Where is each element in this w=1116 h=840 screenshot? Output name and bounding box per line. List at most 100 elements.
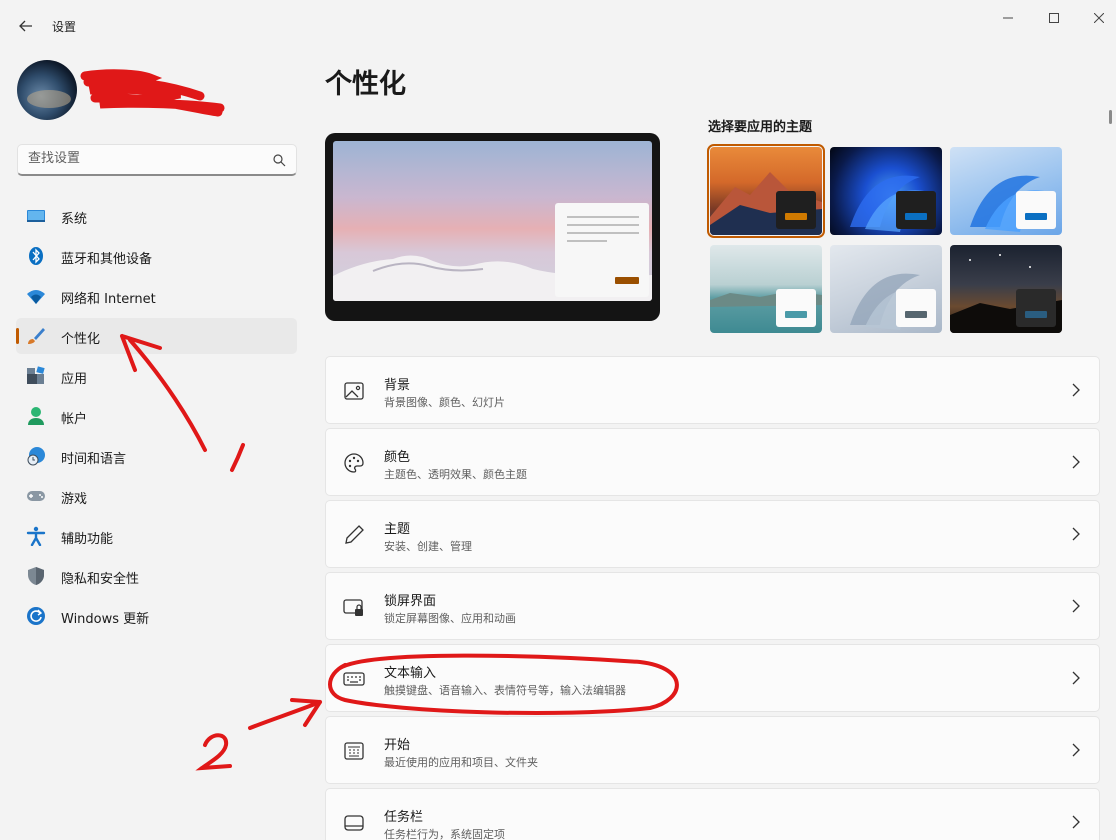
taskbar-icon (344, 815, 364, 831)
theme-chip (776, 191, 816, 229)
sidebar-item-label: 蓝牙和其他设备 (61, 252, 153, 267)
settings-row-start[interactable]: 开始 最近使用的应用和项目、文件夹 (325, 716, 1100, 784)
theme-tile[interactable] (830, 245, 942, 333)
sidebar-item-network[interactable]: 网络和 Internet (16, 278, 297, 314)
row-description: 主题色、透明效果、颜色主题 (384, 468, 527, 481)
row-title: 颜色 (384, 450, 411, 465)
monitor-icon (27, 210, 45, 222)
search-input[interactable] (28, 151, 258, 166)
maximize-icon (1049, 13, 1059, 23)
theme-grid (707, 144, 1064, 336)
bluetooth-icon (29, 247, 43, 265)
sidebar-item-bluetooth[interactable]: 蓝牙和其他设备 (16, 238, 297, 274)
theme-tile[interactable] (830, 147, 942, 235)
sidebar-item-accounts[interactable]: 帐户 (16, 398, 297, 434)
minimize-icon (1003, 17, 1013, 19)
theme-tile[interactable] (950, 147, 1062, 235)
theme-preview (325, 133, 660, 321)
sidebar-item-system[interactable]: 系统 (16, 198, 297, 234)
settings-row-taskbar[interactable]: 任务栏 任务栏行为，系统固定项 (325, 788, 1100, 840)
redaction-scribble (80, 69, 225, 117)
search-icon[interactable] (272, 153, 286, 167)
chevron-right-icon (1072, 599, 1080, 613)
settings-row-background[interactable]: 背景 背景图像、颜色、幻灯片 (325, 356, 1100, 424)
theme-chip (1016, 191, 1056, 229)
chevron-right-icon (1072, 815, 1080, 829)
settings-row-colors[interactable]: 颜色 主题色、透明效果、颜色主题 (325, 428, 1100, 496)
start-icon (344, 742, 364, 760)
app-title: 设置 (52, 20, 77, 34)
sidebar-item-gaming[interactable]: 游戏 (16, 478, 297, 514)
theme-chip (1016, 289, 1056, 327)
themes-label: 选择要应用的主题 (708, 120, 813, 135)
sidebar-item-label: 系统 (61, 212, 88, 227)
preview-window (555, 203, 649, 297)
shield-icon (28, 567, 44, 585)
sidebar-item-label: 时间和语言 (61, 452, 127, 467)
preview-window-lines (567, 216, 639, 284)
image-icon (344, 382, 364, 400)
back-button[interactable] (14, 14, 38, 38)
theme-chip (896, 191, 936, 229)
theme-chip (776, 289, 816, 327)
settings-row-lock-screen[interactable]: 锁屏界面 锁定屏幕图像、应用和动画 (325, 572, 1100, 640)
row-description: 锁定屏幕图像、应用和动画 (384, 612, 516, 625)
sidebar-item-label: 应用 (61, 372, 88, 387)
sidebar-item-label: 帐户 (61, 412, 88, 427)
sidebar-item-label: 隐私和安全性 (61, 572, 140, 587)
row-description: 背景图像、颜色、幻灯片 (384, 396, 505, 409)
sidebar-item-label: 网络和 Internet (61, 292, 156, 307)
lock-screen-icon (343, 599, 363, 616)
row-title: 背景 (384, 378, 411, 393)
scrollbar-thumb[interactable] (1109, 110, 1112, 124)
sidebar-item-label: 辅助功能 (61, 532, 114, 547)
avatar[interactable] (17, 60, 77, 120)
accessibility-icon (26, 526, 46, 546)
row-title: 开始 (384, 738, 411, 753)
keyboard-icon (343, 672, 365, 686)
theme-tile[interactable] (710, 245, 822, 333)
row-description: 最近使用的应用和项目、文件夹 (384, 756, 538, 769)
title-bar: 设置 (0, 0, 1116, 50)
sidebar-item-personalization[interactable]: 个性化 (16, 318, 297, 354)
sidebar-item-accessibility[interactable]: 辅助功能 (16, 518, 297, 554)
chevron-right-icon (1072, 743, 1080, 757)
person-icon (28, 407, 44, 425)
theme-chip (896, 289, 936, 327)
main-content: 个性化 选择要应用的主题 背景 背景图像、颜色、幻灯片 颜色 主题色、透明效果、… (325, 50, 1100, 840)
brush-icon (28, 328, 45, 344)
sidebar-item-label: 个性化 (61, 332, 101, 347)
apps-icon (27, 366, 45, 384)
sidebar-nav: 系统 蓝牙和其他设备 网络和 Internet 个性化 应用 帐户 时间和语言 (16, 198, 297, 638)
row-title: 主题 (384, 522, 411, 537)
theme-tile[interactable] (707, 144, 825, 238)
gamepad-icon (27, 491, 45, 501)
pen-icon (345, 525, 364, 544)
sidebar-item-privacy[interactable]: 隐私和安全性 (16, 558, 297, 594)
page-title: 个性化 (325, 69, 406, 100)
sidebar-item-apps[interactable]: 应用 (16, 358, 297, 394)
minimize-button[interactable] (993, 8, 1023, 30)
search-box[interactable] (17, 144, 297, 176)
sidebar-item-label: Windows 更新 (61, 612, 150, 627)
refresh-icon (27, 607, 45, 625)
settings-row-themes[interactable]: 主题 安装、创建、管理 (325, 500, 1100, 568)
theme-tile[interactable] (950, 245, 1062, 333)
sidebar-item-windows-update[interactable]: Windows 更新 (16, 598, 297, 634)
chevron-right-icon (1072, 383, 1080, 397)
chevron-right-icon (1072, 527, 1080, 541)
row-description: 安装、创建、管理 (384, 540, 472, 553)
palette-icon (344, 453, 364, 473)
close-button[interactable] (1084, 8, 1114, 30)
wallpaper-preview (333, 141, 652, 301)
row-title: 文本输入 (384, 666, 437, 681)
sidebar-item-time-language[interactable]: 时间和语言 (16, 438, 297, 474)
row-title: 任务栏 (384, 810, 424, 825)
maximize-button[interactable] (1039, 8, 1069, 30)
arrow-left-icon (19, 20, 32, 32)
wifi-icon (27, 290, 45, 304)
row-title: 锁屏界面 (384, 594, 437, 609)
close-icon (1093, 12, 1105, 24)
sidebar-item-label: 游戏 (61, 492, 88, 507)
settings-row-text-input[interactable]: 文本输入 触摸键盘、语音输入、表情符号等，输入法编辑器 (325, 644, 1100, 712)
